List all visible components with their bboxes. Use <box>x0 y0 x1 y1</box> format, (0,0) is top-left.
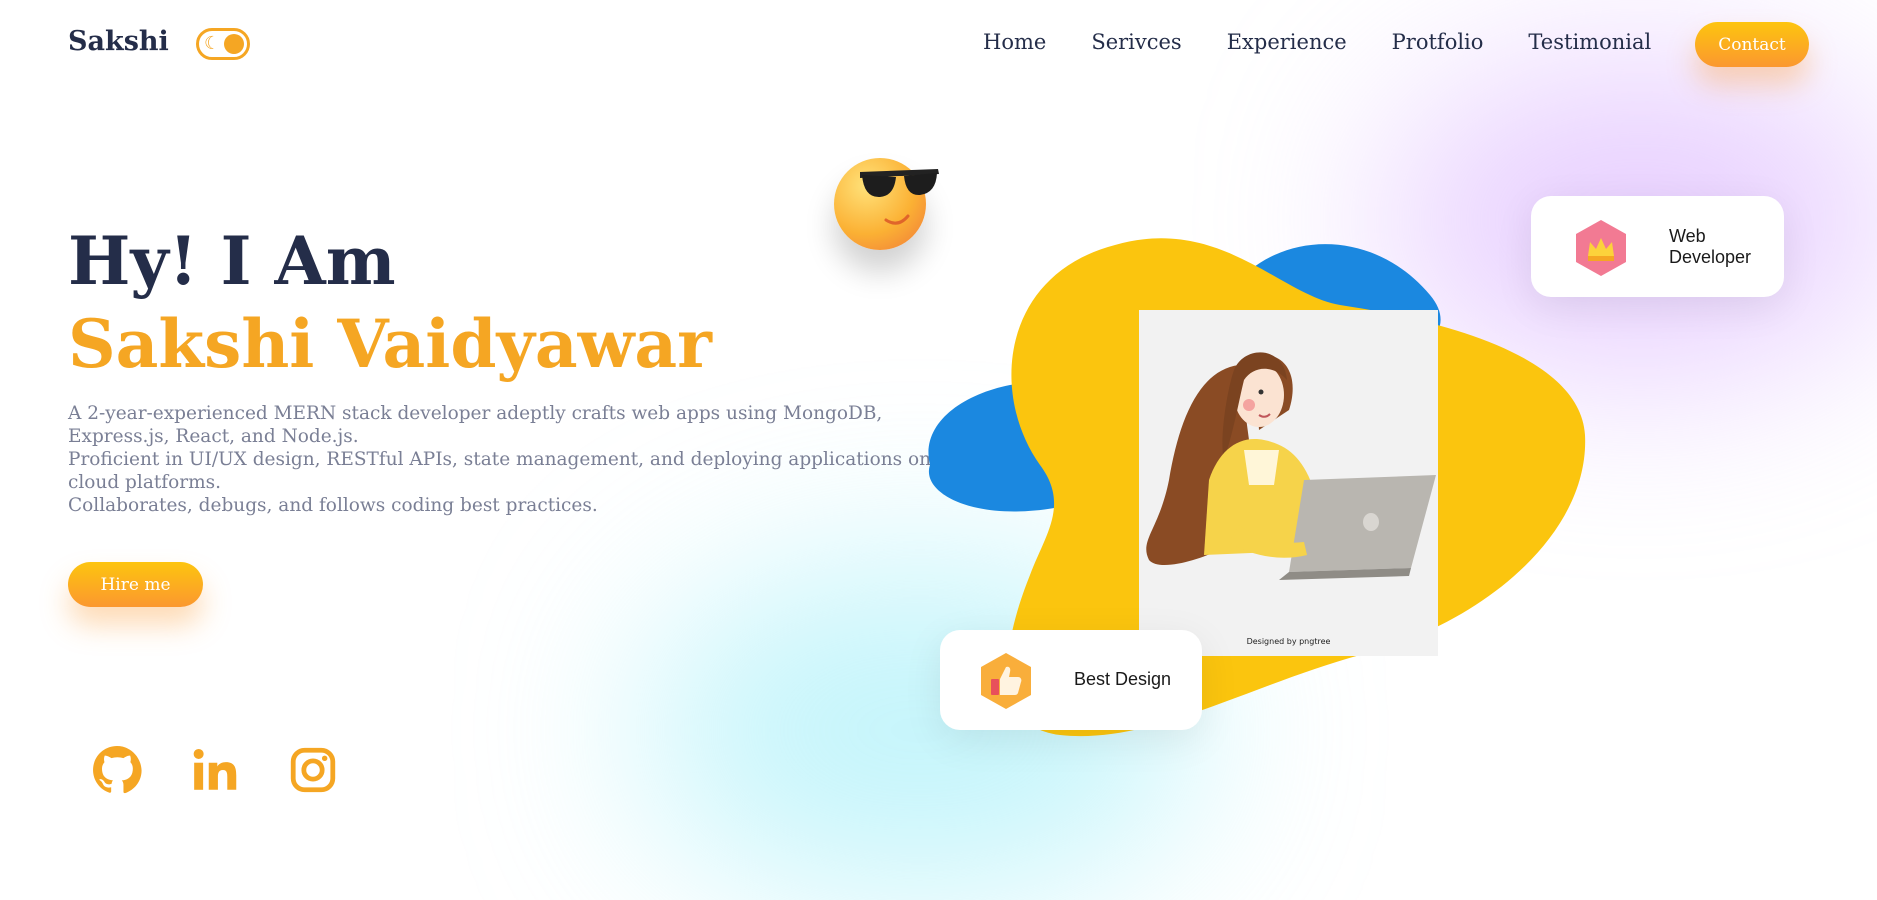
nav-testimonial[interactable]: Testimonial <box>1528 30 1651 54</box>
hire-me-button[interactable]: Hire me <box>68 562 203 607</box>
contact-button[interactable]: Contact <box>1695 22 1809 67</box>
github-icon[interactable] <box>92 745 142 795</box>
card-label-line: Web <box>1669 226 1706 246</box>
instagram-icon[interactable] <box>288 745 338 795</box>
hero-name: Sakshi Vaidyawar <box>68 305 712 383</box>
web-developer-label: Web Developer <box>1669 226 1751 268</box>
hero-illustration: Designed by pngtree <box>1139 310 1438 656</box>
site-logo[interactable]: Sakshi <box>68 26 169 57</box>
moon-icon: ☾ <box>204 33 221 54</box>
best-design-label: Best Design <box>1074 669 1172 689</box>
smile-icon <box>884 214 910 225</box>
girl-with-laptop-icon <box>1146 352 1436 580</box>
thumbs-up-icon <box>981 653 1031 709</box>
hero-greeting: Hy! I Am <box>68 222 396 300</box>
main-nav: Home Serivces Experience Protfolio Testi… <box>983 30 1696 54</box>
social-links <box>92 745 338 795</box>
best-design-card: Best Design <box>940 630 1202 730</box>
description-line: Proficient in UI/UX design, RESTful APIs… <box>68 449 932 493</box>
nav-experience[interactable]: Experience <box>1227 30 1347 54</box>
description-line: Collaborates, debugs, and follows coding… <box>68 495 598 516</box>
linkedin-icon[interactable] <box>190 745 240 795</box>
card-label-line: Developer <box>1669 247 1752 267</box>
description-line: A 2-year-experienced MERN stack develope… <box>68 403 883 447</box>
web-developer-card: Web Developer <box>1531 196 1784 297</box>
hero-description: A 2-year-experienced MERN stack develope… <box>68 402 948 517</box>
toggle-knob <box>224 34 244 54</box>
nav-portfolio[interactable]: Protfolio <box>1392 30 1484 54</box>
nav-home[interactable]: Home <box>983 30 1046 54</box>
crown-icon <box>1576 220 1626 276</box>
sunglasses-icon <box>860 169 939 198</box>
theme-toggle[interactable]: ☾ <box>196 28 250 60</box>
nav-services[interactable]: Serivces <box>1091 30 1181 54</box>
